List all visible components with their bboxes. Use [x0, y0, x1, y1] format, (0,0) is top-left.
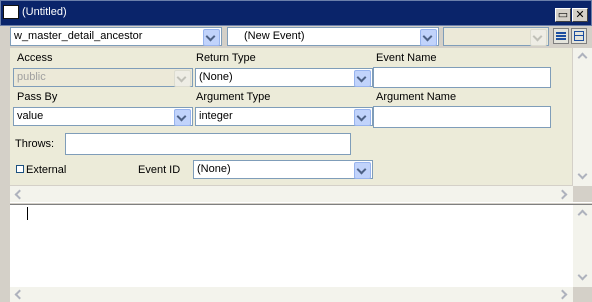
access-select-value: public: [17, 71, 46, 83]
scroll-down-icon[interactable]: [573, 168, 592, 184]
event-name-label: Event Name: [376, 52, 437, 64]
argument-type-label: Argument Type: [196, 91, 271, 103]
size-grip: [573, 287, 592, 302]
throws-label: Throws:: [15, 138, 55, 150]
access-select: public: [13, 68, 193, 87]
argument-name-input[interactable]: [373, 106, 551, 128]
panel-horizontal-scrollbar[interactable]: [10, 186, 573, 202]
chevron-down-icon: [530, 29, 547, 46]
script-editor[interactable]: [10, 205, 573, 287]
return-type-label: Return Type: [196, 52, 256, 64]
chevron-down-icon[interactable]: [420, 29, 437, 46]
scroll-up-icon[interactable]: [573, 205, 592, 221]
argument-type-select-value: integer: [199, 110, 233, 122]
argument-name-label: Argument Name: [376, 91, 457, 103]
object-select-value: w_master_detail_ancestor: [14, 30, 143, 42]
ancestor-select: [443, 27, 549, 46]
text-caret: [27, 207, 28, 220]
prototype-view-toggle[interactable]: [553, 28, 569, 44]
chevron-down-icon: [174, 70, 191, 87]
script-window-icon: [3, 5, 19, 19]
event-select[interactable]: (New Event): [227, 27, 439, 46]
scroll-left-icon[interactable]: [10, 186, 26, 202]
chevron-down-icon[interactable]: [354, 162, 371, 179]
event-select-value: (New Event): [244, 30, 305, 42]
return-type-select[interactable]: (None): [195, 68, 373, 87]
event-name-input[interactable]: [373, 67, 551, 88]
scroll-left-icon[interactable]: [10, 287, 26, 302]
pass-by-select-value: value: [17, 110, 44, 122]
argument-type-select[interactable]: integer: [195, 107, 373, 126]
event-id-label: Event ID: [138, 164, 181, 176]
window-title: (Untitled): [22, 6, 67, 18]
chevron-down-icon[interactable]: [203, 29, 220, 46]
script-view-toggle[interactable]: [571, 28, 587, 44]
external-checkbox[interactable]: [16, 165, 24, 173]
scroll-right-icon[interactable]: [556, 287, 572, 302]
event-id-select[interactable]: (None): [193, 160, 373, 179]
return-type-select-value: (None): [199, 71, 233, 83]
scroll-right-icon[interactable]: [556, 186, 572, 202]
external-label: External: [26, 164, 67, 176]
close-button[interactable]: ✕: [572, 8, 588, 22]
event-id-select-value: (None): [197, 163, 231, 175]
pass-by-select[interactable]: value: [13, 107, 193, 126]
throws-input[interactable]: [65, 133, 351, 155]
object-select[interactable]: w_master_detail_ancestor: [10, 27, 222, 46]
chevron-down-icon[interactable]: [354, 109, 371, 126]
chevron-down-icon[interactable]: [174, 109, 191, 126]
editor-horizontal-scrollbar[interactable]: [10, 287, 573, 302]
access-label: Access: [17, 52, 53, 64]
panel-vertical-scrollbar[interactable]: [573, 48, 592, 186]
minimize-button[interactable]: ▭: [555, 8, 571, 22]
chevron-down-icon[interactable]: [354, 70, 371, 87]
pass-by-label: Pass By: [17, 91, 58, 103]
title-bar[interactable]: [0, 0, 592, 26]
scroll-down-icon[interactable]: [573, 269, 592, 285]
scroll-up-icon[interactable]: [573, 48, 592, 64]
